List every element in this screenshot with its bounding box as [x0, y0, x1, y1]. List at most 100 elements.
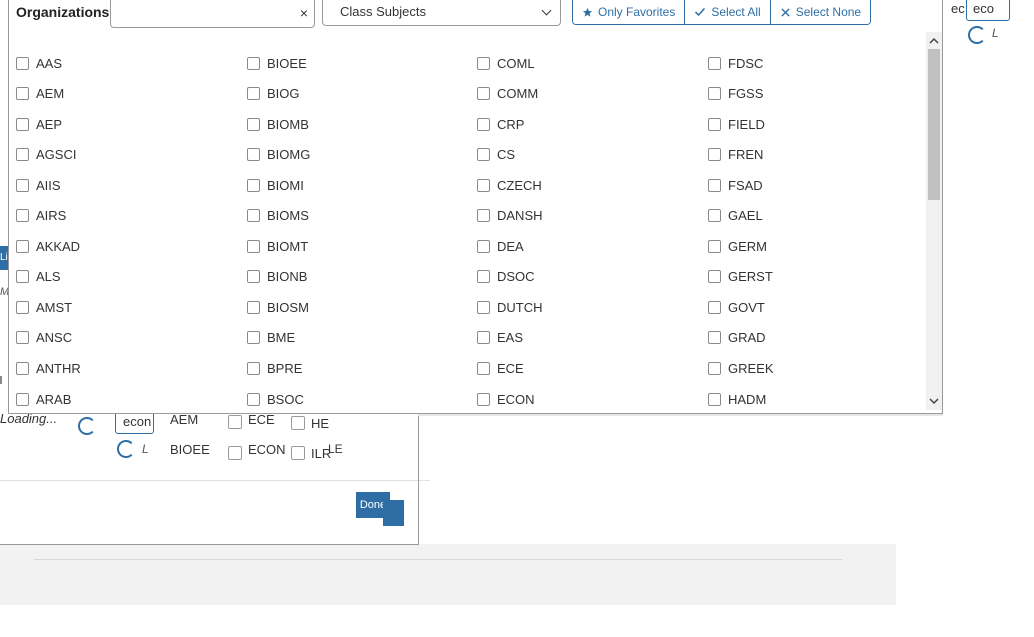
- organization-checkbox[interactable]: [247, 300, 260, 314]
- organization-checkbox[interactable]: [477, 331, 490, 345]
- organization-option[interactable]: AKKAD: [16, 235, 80, 257]
- select-none-button[interactable]: Select None: [769, 0, 871, 24]
- organization-option[interactable]: AAS: [16, 52, 62, 74]
- organization-checkbox[interactable]: [247, 362, 260, 375]
- organization-option[interactable]: AGSCI: [16, 144, 76, 166]
- result-checkbox[interactable]: [291, 446, 305, 460]
- organization-option[interactable]: BIOMI: [247, 174, 304, 196]
- organization-option[interactable]: ALS: [16, 266, 61, 288]
- organization-option[interactable]: ANSC: [16, 327, 72, 349]
- organization-checkbox[interactable]: [16, 209, 29, 223]
- organization-option[interactable]: GREEK: [708, 358, 774, 380]
- organization-option[interactable]: COML: [477, 52, 535, 74]
- organization-checkbox[interactable]: [16, 239, 29, 253]
- organization-checkbox[interactable]: [708, 56, 721, 70]
- filter-input[interactable]: ×: [110, 0, 315, 28]
- organization-option[interactable]: BIOMT: [247, 235, 308, 257]
- organization-checkbox[interactable]: [477, 270, 490, 284]
- organization-checkbox[interactable]: [16, 178, 29, 192]
- organization-option[interactable]: AEM: [16, 83, 64, 105]
- organization-option[interactable]: EAS: [477, 327, 523, 349]
- organization-option[interactable]: BPRE: [247, 358, 302, 380]
- organization-checkbox[interactable]: [16, 87, 29, 101]
- organization-option[interactable]: HADM: [708, 388, 766, 410]
- organization-checkbox[interactable]: [708, 117, 721, 131]
- scroll-up-icon[interactable]: [926, 34, 942, 48]
- done-button-duplicate[interactable]: [383, 500, 404, 526]
- organization-checkbox[interactable]: [16, 362, 29, 375]
- organization-option[interactable]: FSAD: [708, 174, 763, 196]
- organization-checkbox[interactable]: [247, 209, 260, 223]
- organization-checkbox[interactable]: [708, 178, 721, 192]
- organization-option[interactable]: GERM: [708, 235, 767, 257]
- select-all-button[interactable]: Select All: [684, 0, 770, 24]
- scroll-down-icon[interactable]: [926, 394, 942, 408]
- organization-checkbox[interactable]: [477, 392, 490, 406]
- organization-option[interactable]: GOVT: [708, 296, 765, 318]
- subject-type-select[interactable]: Class Subjects: [322, 0, 561, 26]
- organization-option[interactable]: GAEL: [708, 205, 763, 227]
- organization-checkbox[interactable]: [247, 56, 260, 70]
- organization-checkbox[interactable]: [708, 362, 721, 375]
- right-search-input[interactable]: eco: [966, 0, 1010, 21]
- only-favorites-button[interactable]: Only Favorites: [573, 0, 685, 24]
- organization-checkbox[interactable]: [16, 392, 29, 406]
- organization-checkbox[interactable]: [708, 148, 721, 162]
- organization-checkbox[interactable]: [247, 392, 260, 406]
- organization-option[interactable]: ANTHR: [16, 358, 81, 380]
- organization-checkbox[interactable]: [708, 270, 721, 284]
- organization-checkbox[interactable]: [247, 148, 260, 162]
- organization-checkbox[interactable]: [16, 270, 29, 284]
- organization-option[interactable]: ARAB: [16, 388, 71, 410]
- result-checkbox[interactable]: [228, 415, 242, 429]
- organization-checkbox[interactable]: [247, 87, 260, 101]
- organization-option[interactable]: ECE: [477, 358, 524, 380]
- organization-checkbox[interactable]: [477, 148, 490, 162]
- organization-checkbox[interactable]: [708, 392, 721, 406]
- organization-checkbox[interactable]: [16, 117, 29, 131]
- result-checkbox[interactable]: [291, 416, 305, 430]
- organization-option[interactable]: BME: [247, 327, 295, 349]
- organization-option[interactable]: CZECH: [477, 174, 542, 196]
- organization-checkbox[interactable]: [477, 239, 490, 253]
- organization-checkbox[interactable]: [247, 117, 260, 131]
- organization-option[interactable]: DANSH: [477, 205, 543, 227]
- organization-checkbox[interactable]: [247, 270, 260, 284]
- organization-checkbox[interactable]: [477, 362, 490, 375]
- organization-checkbox[interactable]: [16, 300, 29, 314]
- close-icon[interactable]: ×: [300, 6, 308, 20]
- organization-option[interactable]: FDSC: [708, 52, 763, 74]
- organization-option[interactable]: COMM: [477, 83, 538, 105]
- organization-option[interactable]: CS: [477, 144, 515, 166]
- organization-option[interactable]: BIOG: [247, 83, 300, 105]
- organization-checkbox[interactable]: [477, 56, 490, 70]
- organization-option[interactable]: BIOMS: [247, 205, 309, 227]
- organization-option[interactable]: AMST: [16, 296, 72, 318]
- organization-checkbox[interactable]: [477, 87, 490, 101]
- organization-checkbox[interactable]: [708, 300, 721, 314]
- organization-option[interactable]: DSOC: [477, 266, 535, 288]
- organization-checkbox[interactable]: [247, 331, 260, 345]
- organization-checkbox[interactable]: [477, 300, 490, 314]
- organization-checkbox[interactable]: [477, 117, 490, 131]
- organization-option[interactable]: FIELD: [708, 113, 765, 135]
- organization-option[interactable]: AEP: [16, 113, 62, 135]
- organization-option[interactable]: DEA: [477, 235, 524, 257]
- organization-option[interactable]: FGSS: [708, 83, 763, 105]
- organization-checkbox[interactable]: [708, 87, 721, 101]
- organization-option[interactable]: AIIS: [16, 174, 61, 196]
- organization-checkbox[interactable]: [16, 148, 29, 162]
- scrollbar[interactable]: [926, 32, 942, 410]
- organization-option[interactable]: GERST: [708, 266, 773, 288]
- organization-option[interactable]: BIOEE: [247, 52, 307, 74]
- result-checkbox[interactable]: [228, 446, 242, 460]
- organization-option[interactable]: BIOMG: [247, 144, 310, 166]
- organization-checkbox[interactable]: [708, 331, 721, 345]
- side-tab[interactable]: Li: [0, 246, 8, 270]
- organization-checkbox[interactable]: [16, 331, 29, 345]
- organization-checkbox[interactable]: [16, 56, 29, 70]
- organization-option[interactable]: FREN: [708, 144, 763, 166]
- organization-checkbox[interactable]: [477, 209, 490, 223]
- organization-option[interactable]: BIOSM: [247, 296, 309, 318]
- organization-option[interactable]: GRAD: [708, 327, 766, 349]
